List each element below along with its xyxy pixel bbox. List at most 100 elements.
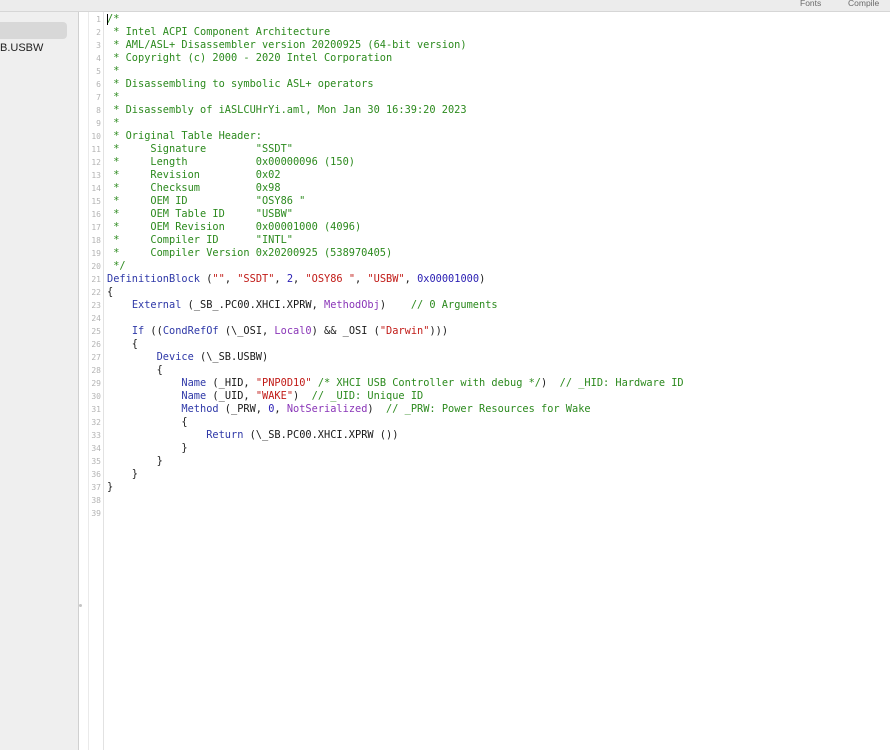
code-line[interactable]: * Compiler Version 0x20200925 (538970405…	[107, 247, 392, 260]
code-line[interactable]: * Disassembling to symbolic ASL+ operato…	[107, 78, 373, 91]
sidebar-item-label[interactable]: B.USBW	[0, 42, 43, 54]
code-line[interactable]: * Revision 0x02	[107, 169, 280, 182]
code-token: ,	[274, 273, 287, 285]
line-number: 1	[96, 15, 101, 24]
code-token: * Compiler Version 0x20200925 (538970405…	[107, 247, 393, 259]
code-token: // _UID: Unique ID	[311, 390, 424, 402]
fonts-button[interactable]: Fonts	[800, 0, 821, 8]
code-line[interactable]: * OEM Revision 0x00001000 (4096)	[107, 221, 361, 234]
code-token: "PNP0D10"	[255, 377, 312, 389]
code-token: )	[479, 273, 486, 285]
code-token: * Intel ACPI Component Architecture	[107, 26, 331, 38]
code-line[interactable]: {	[107, 416, 188, 429]
code-line[interactable]: * AML/ASL+ Disassembler version 20200925…	[107, 39, 466, 52]
line-number: 3	[96, 41, 101, 50]
code-line[interactable]: Device (\_SB.USBW)	[107, 351, 269, 364]
code-line[interactable]: * Disassembly of iASLCUHrYi.aml, Mon Jan…	[107, 104, 467, 117]
code-line[interactable]: Method (_PRW, 0, NotSerialized) // _PRW:…	[107, 403, 591, 416]
code-token: Name	[181, 377, 207, 389]
code-line[interactable]: * Copyright (c) 2000 - 2020 Intel Corpor…	[107, 52, 392, 65]
line-number: 27	[91, 353, 101, 362]
code-token: */	[107, 260, 126, 272]
code-line[interactable]: *	[107, 91, 119, 104]
line-number: 34	[91, 444, 101, 453]
code-line[interactable]: * Intel ACPI Component Architecture	[107, 26, 330, 39]
code-line[interactable]: Return (\_SB.PC00.XHCI.XPRW ())	[107, 429, 398, 442]
code-line[interactable]: {	[107, 286, 113, 299]
code-token: * Disassembly of iASLCUHrYi.aml, Mon Jan…	[107, 104, 467, 116]
code-line[interactable]: * OEM Table ID "USBW"	[107, 208, 293, 221]
code-line[interactable]: }	[107, 468, 138, 481]
code-token: {	[107, 416, 188, 428]
code-line[interactable]: * Length 0x00000096 (150)	[107, 156, 355, 169]
code-token: "WAKE"	[255, 390, 294, 402]
code-line[interactable]: /*	[107, 13, 119, 26]
code-token: ,	[293, 273, 306, 285]
code-line[interactable]: *	[107, 65, 119, 78]
code-token: (_PRW,	[218, 403, 269, 415]
code-token: Return	[206, 429, 244, 441]
line-number: 20	[91, 262, 101, 271]
line-number: 17	[91, 223, 101, 232]
code-line[interactable]: * Original Table Header:	[107, 130, 262, 143]
line-number: 22	[91, 288, 101, 297]
code-token: ,	[404, 273, 418, 285]
line-number: 11	[91, 145, 101, 154]
compile-button[interactable]: Compile	[848, 0, 879, 8]
line-number: 33	[91, 431, 101, 440]
code-line[interactable]: * Compiler ID "INTL"	[107, 234, 293, 247]
text-caret	[107, 14, 108, 25]
code-token: * Copyright (c) 2000 - 2020 Intel Corpor…	[107, 52, 393, 64]
code-token: // 0 Arguments	[410, 299, 498, 311]
code-editor[interactable]: /* * Intel ACPI Component Architecture *…	[106, 12, 890, 750]
line-number: 16	[91, 210, 101, 219]
code-line[interactable]: Name (_UID, "WAKE") // _UID: Unique ID	[107, 390, 423, 403]
splitter-handle[interactable]	[79, 604, 82, 607]
code-line[interactable]: *	[107, 117, 119, 130]
line-number: 36	[91, 470, 101, 479]
code-line[interactable]: }	[107, 481, 113, 494]
code-token: ) && _OSI (	[311, 325, 380, 337]
line-number: 6	[96, 80, 101, 89]
line-number: 23	[91, 301, 101, 310]
code-token: CondRefOf	[162, 325, 219, 337]
sidebar-item-selected[interactable]	[0, 22, 67, 39]
code-line[interactable]: * OEM ID "OSY86 "	[107, 195, 305, 208]
code-line[interactable]: * Signature "SSDT"	[107, 143, 293, 156]
code-line[interactable]: }	[107, 455, 163, 468]
line-number: 25	[91, 327, 101, 336]
line-number: 37	[91, 483, 101, 492]
code-token: * Checksum 0x98	[107, 182, 281, 194]
code-token: // _PRW: Power Resources for Wake	[386, 403, 591, 415]
code-token: ,	[224, 273, 238, 285]
code-token: DefinitionBlock	[107, 273, 200, 285]
code-token: "Darwin"	[379, 325, 430, 337]
code-line[interactable]: * Checksum 0x98	[107, 182, 281, 195]
code-line[interactable]: {	[107, 364, 163, 377]
code-line[interactable]: External (_SB_.PC00.XHCI.XPRW, MethodObj…	[107, 299, 498, 312]
code-token: // _HID: Hardware ID	[559, 377, 684, 389]
code-line[interactable]: If ((CondRefOf (\_OSI, Local0) && _OSI (…	[107, 325, 448, 338]
code-token: *	[107, 117, 120, 129]
line-number-gutter: 1 2 3 4 5 6 7 8 9 10 11 12 13 14 15 16 17 18 19 20 21 22 23 24 2…	[88, 12, 104, 750]
code-token: * OEM Table ID "USBW"	[107, 208, 293, 220]
code-line[interactable]: {	[107, 338, 138, 351]
line-number: 15	[91, 197, 101, 206]
code-line[interactable]: Name (_HID, "PNP0D10" /* XHCI USB Contro…	[107, 377, 684, 390]
code-token: "SSDT"	[237, 273, 275, 285]
code-line[interactable]: DefinitionBlock ("", "SSDT", 2, "OSY86 "…	[107, 273, 485, 286]
code-token: }	[107, 442, 188, 454]
line-number: 21	[91, 275, 101, 284]
line-number: 19	[91, 249, 101, 258]
code-token: )	[293, 390, 312, 402]
code-line[interactable]: }	[107, 442, 188, 455]
line-number: 12	[91, 158, 101, 167]
code-token: 0x00001000	[417, 273, 480, 285]
line-number: 4	[96, 54, 101, 63]
line-number: 31	[91, 405, 101, 414]
code-token: "USBW"	[367, 273, 405, 285]
line-number: 18	[91, 236, 101, 245]
code-token: *	[107, 91, 120, 103]
code-line[interactable]: */	[107, 260, 126, 273]
